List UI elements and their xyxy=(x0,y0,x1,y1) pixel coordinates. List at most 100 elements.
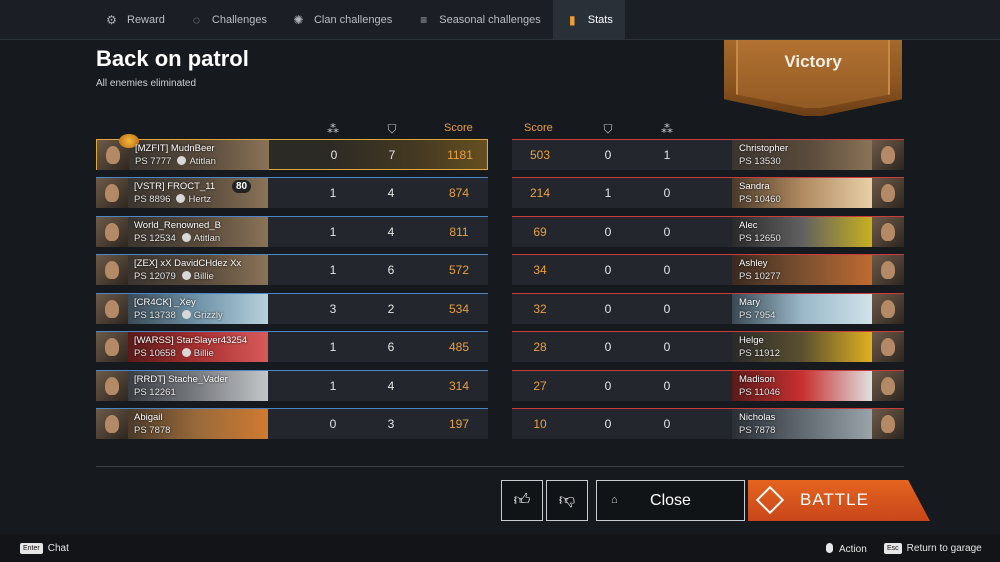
kills-value: 0 xyxy=(663,225,671,239)
clan-challenges-icon: ✺ xyxy=(293,12,304,27)
avatar xyxy=(96,371,128,401)
tab-label: Clan challenges xyxy=(313,13,393,26)
assists-value: 0 xyxy=(604,302,612,316)
avatar xyxy=(872,140,904,170)
player-name: Madison xyxy=(739,374,775,385)
kills-value: 0 xyxy=(330,148,338,162)
close-label: Close xyxy=(650,491,691,509)
tab-label: Stats xyxy=(587,13,613,26)
battle-button[interactable]: BATTLE xyxy=(748,480,930,521)
ally-row[interactable]: [CR4CK] _Xey PS 13738 Grizzly 3 2 534 xyxy=(96,293,488,324)
player-rating: PS 7777 Atitlan xyxy=(135,156,216,167)
assists-value: 0 xyxy=(604,148,612,162)
enemy-row[interactable]: 69 0 0 Alec PS 12650 xyxy=(512,216,904,247)
ally-row[interactable]: World_Renowned_B PS 12534 Atitlan 1 4 811 xyxy=(96,216,488,247)
player-rating: PS 12534 Atitlan xyxy=(134,233,221,244)
return-garage-hint[interactable]: Esc Return to garage xyxy=(884,543,982,554)
score-value: 69 xyxy=(533,225,547,239)
assists-value: 4 xyxy=(387,225,395,239)
enter-key-icon: Enter xyxy=(20,543,43,554)
enemy-row[interactable]: 28 0 0 Helge PS 11912 xyxy=(512,331,904,362)
score-value: 503 xyxy=(529,148,551,162)
player-name: [CR4CK] _Xey xyxy=(134,297,196,308)
ally-row[interactable]: Abigail PS 7878 0 3 197 xyxy=(96,408,488,439)
player-name: Sandra xyxy=(739,181,770,192)
assists-value: 0 xyxy=(604,417,612,431)
tab-stats[interactable]: ▮ Stats xyxy=(552,0,625,39)
commander-icon xyxy=(181,310,191,319)
dislike-button[interactable]: 👎︎ xyxy=(546,480,588,521)
chat-hint[interactable]: Enter Chat xyxy=(20,543,69,554)
tab-label: Seasonal challenges xyxy=(439,13,541,26)
ally-row[interactable]: [WARSS] StarSlayer43254 PS 10658 Billie 1… xyxy=(96,331,488,362)
battle-icon xyxy=(755,485,785,515)
player-rating: PS 11046 xyxy=(739,387,781,398)
kills-value: 1 xyxy=(329,263,337,277)
tab-seasonal-challenges[interactable]: ≡ Seasonal challenges xyxy=(404,0,553,39)
avatar xyxy=(872,332,904,362)
enemy-row[interactable]: 32 0 0 Mary PS 7954 xyxy=(512,293,904,324)
score-value: 27 xyxy=(533,379,547,393)
page-subtitle: All enemies eliminated xyxy=(96,78,197,89)
mouse-icon xyxy=(826,543,833,553)
player-name: Alec xyxy=(739,220,758,231)
footer-bar: Enter Chat Action Esc Return to garage xyxy=(0,534,1000,562)
tab-clan-challenges[interactable]: ✺ Clan challenges xyxy=(279,0,404,39)
avatar xyxy=(872,371,904,401)
enemy-row[interactable]: 503 0 1 Christopher PS 13530 xyxy=(512,139,904,170)
enemy-row[interactable]: 10 0 0 Nicholas PS 7878 xyxy=(512,408,904,439)
tab-label: Reward xyxy=(127,13,165,26)
player-rating: PS 11912 xyxy=(739,348,781,359)
player-rating: PS 13738 Grizzly xyxy=(134,310,223,321)
player-name: [WARSS] StarSlayer43254 xyxy=(134,335,248,346)
seasonal-icon: ≡ xyxy=(420,12,428,27)
action-hint[interactable]: Action xyxy=(826,543,867,555)
avatar xyxy=(872,255,904,285)
ally-row[interactable]: [VSTR] FROCT_11 80 PS 8896 Hertz 1 4 874 xyxy=(96,177,488,208)
avatar xyxy=(96,217,128,247)
close-button[interactable]: ⌂ Close xyxy=(596,480,745,521)
ally-row[interactable]: [ZEX] xX DavidCHdez Xx PS 12079 Billie 1 … xyxy=(96,254,488,285)
kills-value: 1 xyxy=(329,340,337,354)
player-rating: PS 12261 xyxy=(134,387,176,398)
kills-value: 1 xyxy=(663,148,671,162)
enemy-row[interactable]: 27 0 0 Madison PS 11046 xyxy=(512,370,904,401)
assists-value: 0 xyxy=(604,340,612,354)
player-rating: PS 13530 xyxy=(739,156,781,167)
tab-challenges[interactable]: ◌ Challenges xyxy=(177,0,279,39)
assists-value: 6 xyxy=(387,263,395,277)
garage-icon: ⌂ xyxy=(611,494,618,506)
assists-value: 4 xyxy=(387,379,395,393)
like-button[interactable]: 👍︎ xyxy=(501,480,543,521)
avatar xyxy=(96,178,128,208)
kills-value: 0 xyxy=(329,417,337,431)
player-rating: PS 12079 Billie xyxy=(134,271,214,282)
enemy-row[interactable]: 34 0 0 Ashley PS 10277 xyxy=(512,254,904,285)
enemy-row[interactable]: 214 1 0 Sandra PS 10460 xyxy=(512,177,904,208)
avatar xyxy=(872,409,904,439)
avatar xyxy=(96,294,128,324)
avatar xyxy=(872,294,904,324)
tab-reward[interactable]: ⚙ Reward xyxy=(92,0,177,39)
assists-value: 0 xyxy=(604,225,612,239)
challenges-icon: ◌ xyxy=(192,12,200,27)
tab-label: Challenges xyxy=(211,13,267,26)
kills-column-icon: ⁂ xyxy=(661,122,673,136)
kills-column-icon: ⁂ xyxy=(327,122,339,136)
player-name: Abigail xyxy=(134,412,163,423)
player-rating: PS 10277 xyxy=(739,271,781,282)
assists-value: 2 xyxy=(387,302,395,316)
assists-value: 1 xyxy=(604,186,612,200)
player-name: Helge xyxy=(739,335,764,346)
thumbs-down-icon: 👎︎ xyxy=(558,492,576,509)
divider xyxy=(96,466,904,467)
assists-column-icon: ⛉ xyxy=(603,122,613,136)
result-label: Victory xyxy=(784,52,842,71)
score-value: 314 xyxy=(448,379,470,393)
player-name: Nicholas xyxy=(739,412,776,423)
ally-row[interactable]: [RRDT] Stache_Vader PS 12261 1 4 314 xyxy=(96,370,488,401)
player-name: Christopher xyxy=(739,143,789,154)
kills-value: 0 xyxy=(663,302,671,316)
ally-row-me[interactable]: [MZFIT] MudnBeer PS 7777 Atitlan 0 7 1181 xyxy=(96,134,488,170)
player-rating: PS 10658 Billie xyxy=(134,348,214,359)
